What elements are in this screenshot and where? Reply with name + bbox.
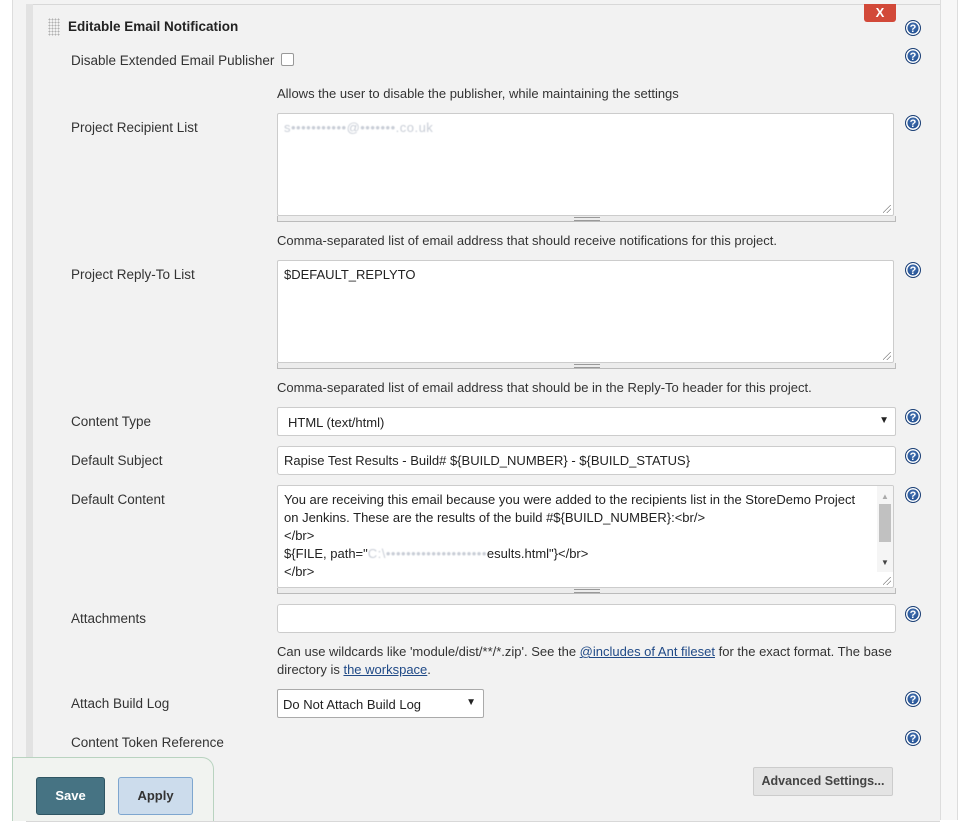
- recipient-list-value: s•••••••••••@•••••••.co.uk: [284, 120, 434, 135]
- help-icon[interactable]: ?: [905, 262, 921, 278]
- default-content-label: Default Content: [71, 492, 165, 507]
- help-icon[interactable]: ?: [905, 606, 921, 622]
- attachments-description-text: Can use wildcards like 'module/dist/**/*…: [277, 644, 580, 659]
- attach-build-log-label: Attach Build Log: [71, 696, 170, 711]
- scroll-thumb[interactable]: [879, 504, 891, 542]
- reply-to-list-label: Project Reply-To List: [71, 267, 195, 282]
- content-type-label: Content Type: [71, 414, 152, 429]
- default-subject-input[interactable]: Rapise Test Results - Build# ${BUILD_NUM…: [277, 446, 896, 475]
- attachments-description-text: .: [427, 662, 431, 677]
- save-button[interactable]: Save: [36, 777, 105, 815]
- chevron-down-icon: ▼: [466, 697, 476, 708]
- help-icon[interactable]: ?: [905, 691, 921, 707]
- recipient-list-label: Project Recipient List: [71, 120, 198, 135]
- reply-to-list-description: Comma-separated list of email address th…: [277, 380, 812, 395]
- attachments-input[interactable]: [277, 604, 896, 633]
- attach-build-log-value: Do Not Attach Build Log: [283, 697, 422, 712]
- delete-section-button[interactable]: X: [864, 4, 896, 22]
- chevron-down-icon: ▼: [879, 415, 889, 426]
- default-content-line: ${FILE, path="C:\••••••••••••••••••••esu…: [284, 545, 871, 563]
- help-icon[interactable]: ?: [905, 48, 921, 64]
- textarea-expand-grip[interactable]: [277, 216, 896, 222]
- default-content-line: </br>: [284, 528, 315, 543]
- resize-handle[interactable]: [883, 205, 891, 213]
- file-line-path: C:\••••••••••••••••••••: [367, 546, 487, 561]
- file-line-suffix: esults.html"}</br>: [486, 546, 589, 561]
- help-icon[interactable]: ?: [905, 409, 921, 425]
- scroll-down-icon[interactable]: ▼: [881, 554, 889, 572]
- default-content-line: </br>: [284, 564, 315, 579]
- textarea-expand-grip[interactable]: [277, 363, 896, 369]
- help-icon[interactable]: ?: [905, 20, 921, 36]
- default-content-line: on Jenkins. These are the results of the…: [284, 510, 706, 525]
- workspace-link[interactable]: the workspace: [343, 662, 427, 677]
- advanced-settings-button[interactable]: Advanced Settings...: [753, 767, 893, 796]
- disable-publisher-checkbox[interactable]: [281, 53, 294, 66]
- content-type-select[interactable]: HTML (text/html) ▼: [277, 407, 896, 436]
- reply-to-list-textarea[interactable]: $DEFAULT_REPLYTO: [277, 260, 894, 363]
- default-content-scrollbar[interactable]: ▲ ▼: [877, 486, 893, 572]
- content-type-value: HTML (text/html): [288, 415, 385, 430]
- default-subject-value: Rapise Test Results - Build# ${BUILD_NUM…: [284, 453, 691, 468]
- help-icon[interactable]: ?: [905, 115, 921, 131]
- section-title: Editable Email Notification: [68, 19, 239, 34]
- resize-handle[interactable]: [883, 577, 891, 585]
- textarea-expand-grip[interactable]: [277, 588, 896, 594]
- help-icon[interactable]: ?: [905, 448, 921, 464]
- recipient-list-textarea[interactable]: s•••••••••••@•••••••.co.uk: [277, 113, 894, 216]
- disable-publisher-description: Allows the user to disable the publisher…: [277, 86, 679, 101]
- apply-button[interactable]: Apply: [118, 777, 193, 815]
- attachments-label: Attachments: [71, 611, 147, 626]
- attach-build-log-select[interactable]: Do Not Attach Build Log ▼: [277, 689, 484, 718]
- disable-publisher-label: Disable Extended Email Publisher: [71, 53, 275, 68]
- default-subject-label: Default Subject: [71, 453, 163, 468]
- default-content-textarea[interactable]: You are receiving this email because you…: [277, 485, 894, 588]
- resize-handle[interactable]: [883, 352, 891, 360]
- section-left-bar: [26, 4, 33, 820]
- help-icon[interactable]: ?: [905, 487, 921, 503]
- ant-fileset-link[interactable]: @includes of Ant fileset: [580, 644, 715, 659]
- file-line-prefix: ${FILE, path=": [284, 546, 368, 561]
- default-content-line: You are receiving this email because you…: [284, 492, 856, 507]
- content-token-reference-label: Content Token Reference: [71, 735, 224, 750]
- reply-to-list-value: $DEFAULT_REPLYTO: [284, 267, 416, 282]
- attachments-description: Can use wildcards like 'module/dist/**/*…: [277, 643, 897, 679]
- recipient-list-description: Comma-separated list of email address th…: [277, 233, 778, 248]
- help-icon[interactable]: ?: [905, 730, 921, 746]
- drag-handle-icon[interactable]: [48, 18, 60, 36]
- page-right-strip: [940, 0, 957, 820]
